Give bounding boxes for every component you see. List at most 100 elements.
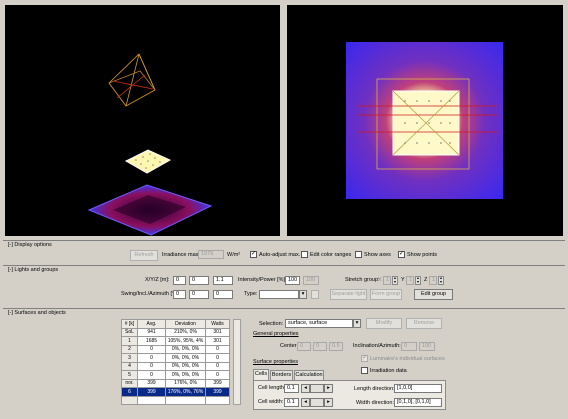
type-label: Type:: [244, 291, 258, 297]
table-cell: 6: [121, 387, 138, 397]
table-cell: 0: [205, 361, 230, 371]
stretch-x-spinner-icon[interactable]: ▲ ▼: [392, 276, 398, 285]
intensity-field[interactable]: 100: [285, 276, 300, 285]
center-y-field[interactable]: 0: [313, 342, 327, 351]
stretch-z-field[interactable]: 1: [429, 276, 437, 285]
table-row[interactable]: 4 0 0%, 0%, 0% 0: [121, 361, 230, 371]
table-cell: SoL: [121, 327, 138, 337]
table-row[interactable]: 5 0 0%, 0%, 0% 0: [121, 370, 230, 380]
cell-width-increase-icon[interactable]: ▸: [324, 398, 333, 407]
width-direction-field[interactable]: [0,1,0], [0,1,0]: [394, 398, 442, 407]
top-viewport[interactable]: [287, 5, 563, 236]
irradiation-data-checkbox[interactable]: [361, 367, 368, 374]
cell-width-field[interactable]: 0.1: [284, 398, 299, 407]
table-cell: 0: [137, 361, 166, 371]
stretch-x-field[interactable]: 1: [383, 276, 391, 285]
table-row[interactable]: SoL 941 210%, 0% 301: [121, 327, 230, 337]
edit-group-button[interactable]: Edit group: [414, 289, 453, 300]
table-header[interactable]: # [k]: [121, 319, 138, 329]
cell-length-increase-icon[interactable]: ▸: [324, 384, 333, 393]
table-row[interactable]: 3 0 0%, 0%, 0% 0: [121, 353, 230, 363]
table-header[interactable]: Avg.: [137, 319, 166, 329]
separate-light-button[interactable]: Separate light: [330, 289, 367, 300]
inclination-field[interactable]: 0: [401, 342, 417, 351]
y-field[interactable]: 0: [189, 276, 209, 285]
type-dropdown-icon[interactable]: ▾: [299, 290, 307, 299]
center-label: Center:: [280, 343, 299, 349]
table-row[interactable]: 1 1685 105%, 95%, 4% 301: [121, 336, 230, 346]
table-row[interactable]: 2 0 0%, 0%, 0% 0: [121, 344, 230, 354]
table-row-empty[interactable]: [121, 395, 230, 405]
table-cell: 0%, 0%, 0%: [165, 361, 206, 371]
type-select[interactable]: [259, 290, 299, 299]
length-direction-field[interactable]: [1,0,0]: [394, 384, 442, 393]
table-header[interactable]: Deviation: [165, 319, 206, 329]
swing-label: Swing/Incl./Azimuth [°]:: [121, 291, 178, 297]
floor-surface: [87, 184, 213, 236]
perspective-viewport[interactable]: [5, 5, 280, 236]
x-field[interactable]: 0: [173, 276, 186, 285]
azimuth-field[interactable]: 0: [213, 290, 233, 299]
cell-length-field[interactable]: 0.1: [284, 384, 299, 393]
show-axes-checkbox[interactable]: [355, 251, 362, 258]
modify-button[interactable]: Modify: [366, 318, 402, 329]
xyz-label: X/Y/Z [m]:: [145, 277, 170, 283]
swing-field[interactable]: 0: [173, 290, 186, 299]
type-edit-button[interactable]: [311, 290, 319, 299]
luminaire-surfaces-checkbox[interactable]: ✓: [361, 355, 368, 362]
table-cell: 0: [137, 370, 166, 380]
tab-borders[interactable]: Borders: [270, 370, 293, 380]
cell-width-label: Cell width:: [258, 399, 284, 405]
show-points-label: Show points: [407, 252, 437, 258]
display-options-header[interactable]: [-] Display options: [8, 242, 52, 248]
auto-adjust-label: Auto-adjust max.: [259, 252, 301, 258]
selection-dropdown-icon[interactable]: ▾: [353, 319, 361, 328]
show-points-checkbox[interactable]: ✓: [398, 251, 405, 258]
remove-button[interactable]: Remove: [406, 318, 442, 329]
general-properties-heading: General properties: [253, 331, 299, 337]
z-field[interactable]: 1.1: [213, 276, 233, 285]
stretch-y-spinner-icon[interactable]: ▲ ▼: [415, 276, 421, 285]
table-cell: 0%, 0%, 0%: [165, 344, 206, 354]
stretch-z-label: Z: [424, 277, 428, 283]
table-cell: 0: [205, 344, 230, 354]
table-scrollbar[interactable]: [233, 319, 241, 405]
selection-select[interactable]: surface, surface: [285, 319, 353, 328]
center-z-field[interactable]: 0.5: [329, 342, 343, 351]
intensity-extra-field[interactable]: 100: [303, 276, 319, 285]
table-cell: 1: [121, 336, 138, 346]
azimuth-surface-field[interactable]: 100: [419, 342, 435, 351]
table-row-selected[interactable]: 6 399 176%, 0%, 76% 399: [121, 387, 230, 397]
table-cell: 176%, 0%, 76%: [165, 387, 206, 397]
refresh-button[interactable]: Refresh: [130, 250, 158, 261]
cell-width-slider[interactable]: [310, 398, 324, 407]
form-group-button[interactable]: Form group: [370, 289, 402, 300]
cell-length-decrease-icon[interactable]: ◂: [301, 384, 310, 393]
irradiance-max-field[interactable]: 1979: [198, 250, 224, 259]
table-cell: 4: [121, 361, 138, 371]
tab-cells[interactable]: Cells: [253, 369, 269, 380]
cell-width-decrease-icon[interactable]: ◂: [301, 398, 310, 407]
surfaces-objects-header[interactable]: [-] Surfaces and objects: [8, 310, 66, 316]
incl-field[interactable]: 0: [189, 290, 209, 299]
light-surface: [124, 149, 172, 174]
cell-length-slider[interactable]: [310, 384, 324, 393]
cell-length-label: Cell length:: [258, 385, 286, 391]
stretch-z-spinner-icon[interactable]: ▲ ▼: [438, 276, 444, 285]
table-header[interactable]: Watts: [205, 319, 230, 329]
table-cell: 301: [205, 336, 230, 346]
irradiance-max-label: Irradiance max.:: [162, 252, 202, 258]
stretch-group-label: Stretch group:: [345, 277, 380, 283]
center-x-field[interactable]: 0: [297, 342, 311, 351]
table-cell: 399: [137, 387, 166, 397]
width-direction-label: Width direction:: [356, 400, 394, 406]
edit-color-ranges-checkbox[interactable]: [301, 251, 308, 258]
auto-adjust-checkbox[interactable]: ✓: [250, 251, 257, 258]
surfaces-table[interactable]: # [k] Avg. Deviation Watts SoL 941 210%, 0…: [121, 319, 230, 405]
tab-calculation[interactable]: Calculation: [294, 370, 324, 380]
perspective-scene: [87, 53, 213, 236]
table-row[interactable]: nor. 399 176%, 0% 399: [121, 378, 230, 388]
show-axes-label: Show axes: [364, 252, 391, 258]
stretch-y-field[interactable]: 1: [406, 276, 414, 285]
lights-groups-header[interactable]: [-] Lights and groups: [8, 267, 58, 273]
